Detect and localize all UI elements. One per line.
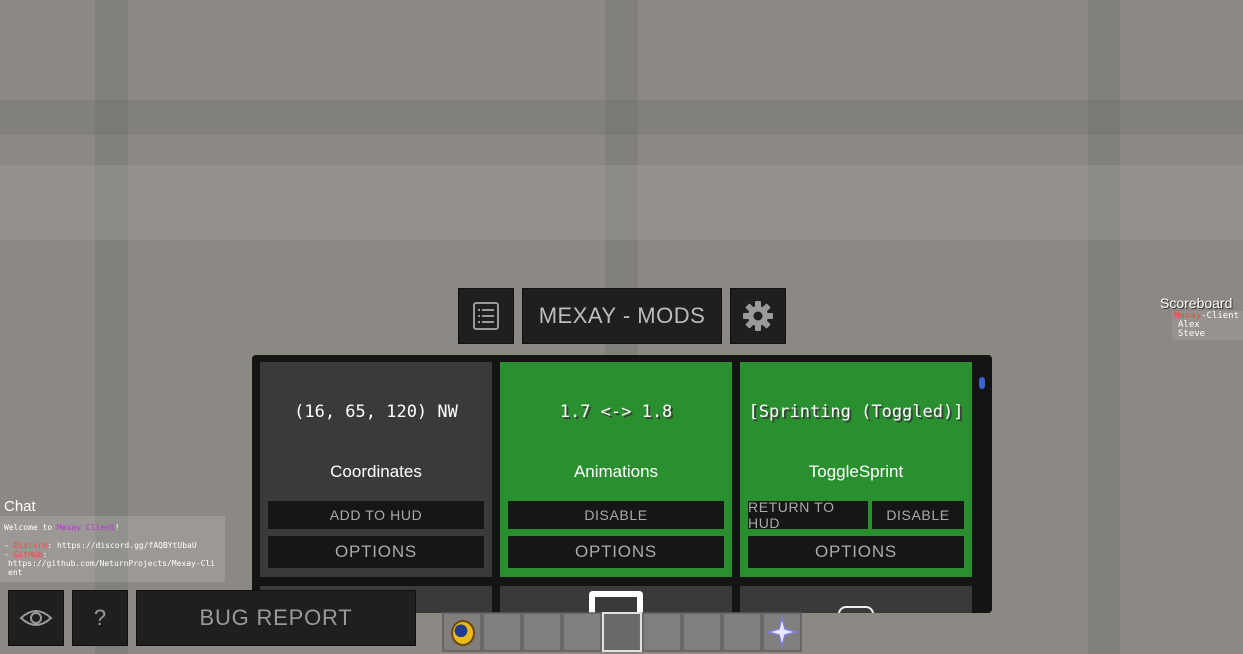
hotbar xyxy=(442,612,802,652)
scoreboard: Scoreboard Mexay-Client Alex Steve xyxy=(1160,295,1243,340)
chat-line-github: - GitHub: xyxy=(4,550,48,559)
hotbar-slot[interactable] xyxy=(642,612,682,652)
mod-name: Coordinates xyxy=(330,462,422,481)
disable-button[interactable]: DISABLE xyxy=(872,501,964,529)
mods-panel: (16, 65, 120) NW Coordinates ADD TO HUD … xyxy=(252,355,992,613)
chat-line-discord: - Discord: https://discord.gg/fAQBYtUbaU xyxy=(4,541,197,550)
settings-button[interactable] xyxy=(730,288,786,344)
hotbar-slot[interactable] xyxy=(722,612,762,652)
mod-card-togglesprint: [Sprinting (Toggled)] ToggleSprint RETUR… xyxy=(740,362,972,577)
mod-card-animations: 1.7 <-> 1.8 Animations DISABLE OPTIONS xyxy=(500,362,732,577)
hotbar-slot[interactable] xyxy=(562,612,602,652)
mod-card-partial[interactable] xyxy=(500,586,732,613)
mod-list-button[interactable] xyxy=(458,288,514,344)
chat-text: ! xyxy=(114,523,120,532)
scoreboard-body: Mexay-Client Alex Steve xyxy=(1172,311,1243,340)
eye-icon xyxy=(19,610,53,626)
scoreboard-title: Scoreboard xyxy=(1160,295,1233,311)
scoreboard-player: Steve xyxy=(1178,329,1206,339)
hotbar-slot-selected[interactable] xyxy=(602,612,642,652)
nether-star-icon xyxy=(765,615,799,649)
options-button[interactable]: OPTIONS xyxy=(268,536,484,568)
mod-preview: (16, 65, 120) NW xyxy=(294,402,458,422)
hotbar-slot[interactable] xyxy=(682,612,722,652)
mod-card-coordinates: (16, 65, 120) NW Coordinates ADD TO HUD … xyxy=(260,362,492,577)
mod-name: Animations xyxy=(573,462,659,481)
hotbar-slot[interactable] xyxy=(762,612,802,652)
discord-link[interactable]: https://discord.gg/fAQBYtUbaU xyxy=(57,541,197,550)
github-label: GitHub xyxy=(13,550,43,559)
chat-brand: Mexay Client xyxy=(56,523,115,532)
mod-preview-icon xyxy=(838,606,874,613)
mod-card-partial[interactable] xyxy=(740,586,972,613)
visibility-toggle-button[interactable] xyxy=(8,590,64,646)
disable-button[interactable]: DISABLE xyxy=(508,501,724,529)
discord-label: Discord xyxy=(13,541,48,550)
list-icon xyxy=(473,302,499,330)
return-to-hud-button[interactable]: RETURN TO HUD xyxy=(748,499,868,531)
mod-name: ToggleSprint xyxy=(808,462,904,481)
chat-box: Welcome to Mexay Client! - Discord: http… xyxy=(0,516,225,582)
square-icon xyxy=(589,591,643,613)
page-title: MEXAY - MODS xyxy=(522,288,722,344)
scrollbar-thumb[interactable] xyxy=(979,377,985,389)
chat-line-welcome: Welcome to Mexay Client! xyxy=(4,523,221,532)
options-button[interactable]: OPTIONS xyxy=(508,536,724,568)
hotbar-slot[interactable] xyxy=(522,612,562,652)
options-button[interactable]: OPTIONS xyxy=(748,536,964,568)
help-button[interactable]: ? xyxy=(72,590,128,646)
bug-report-button[interactable]: BUG REPORT xyxy=(136,590,416,646)
scoreboard-header-suffix: -Client xyxy=(1201,311,1240,321)
chat-text: Welcome to xyxy=(4,523,57,532)
clock-item-icon xyxy=(451,620,475,646)
hotbar-slot[interactable] xyxy=(442,612,482,652)
gear-icon xyxy=(743,301,773,331)
mod-preview: [Sprinting (Toggled)] xyxy=(748,402,964,422)
add-to-hud-button[interactable]: ADD TO HUD xyxy=(268,501,484,529)
github-link[interactable]: https://github.com/NeturnProjects/Mexay-… xyxy=(4,559,219,577)
hotbar-slot[interactable] xyxy=(482,612,522,652)
mod-preview: 1.7 <-> 1.8 xyxy=(559,402,673,422)
chat-title: Chat xyxy=(4,498,36,515)
